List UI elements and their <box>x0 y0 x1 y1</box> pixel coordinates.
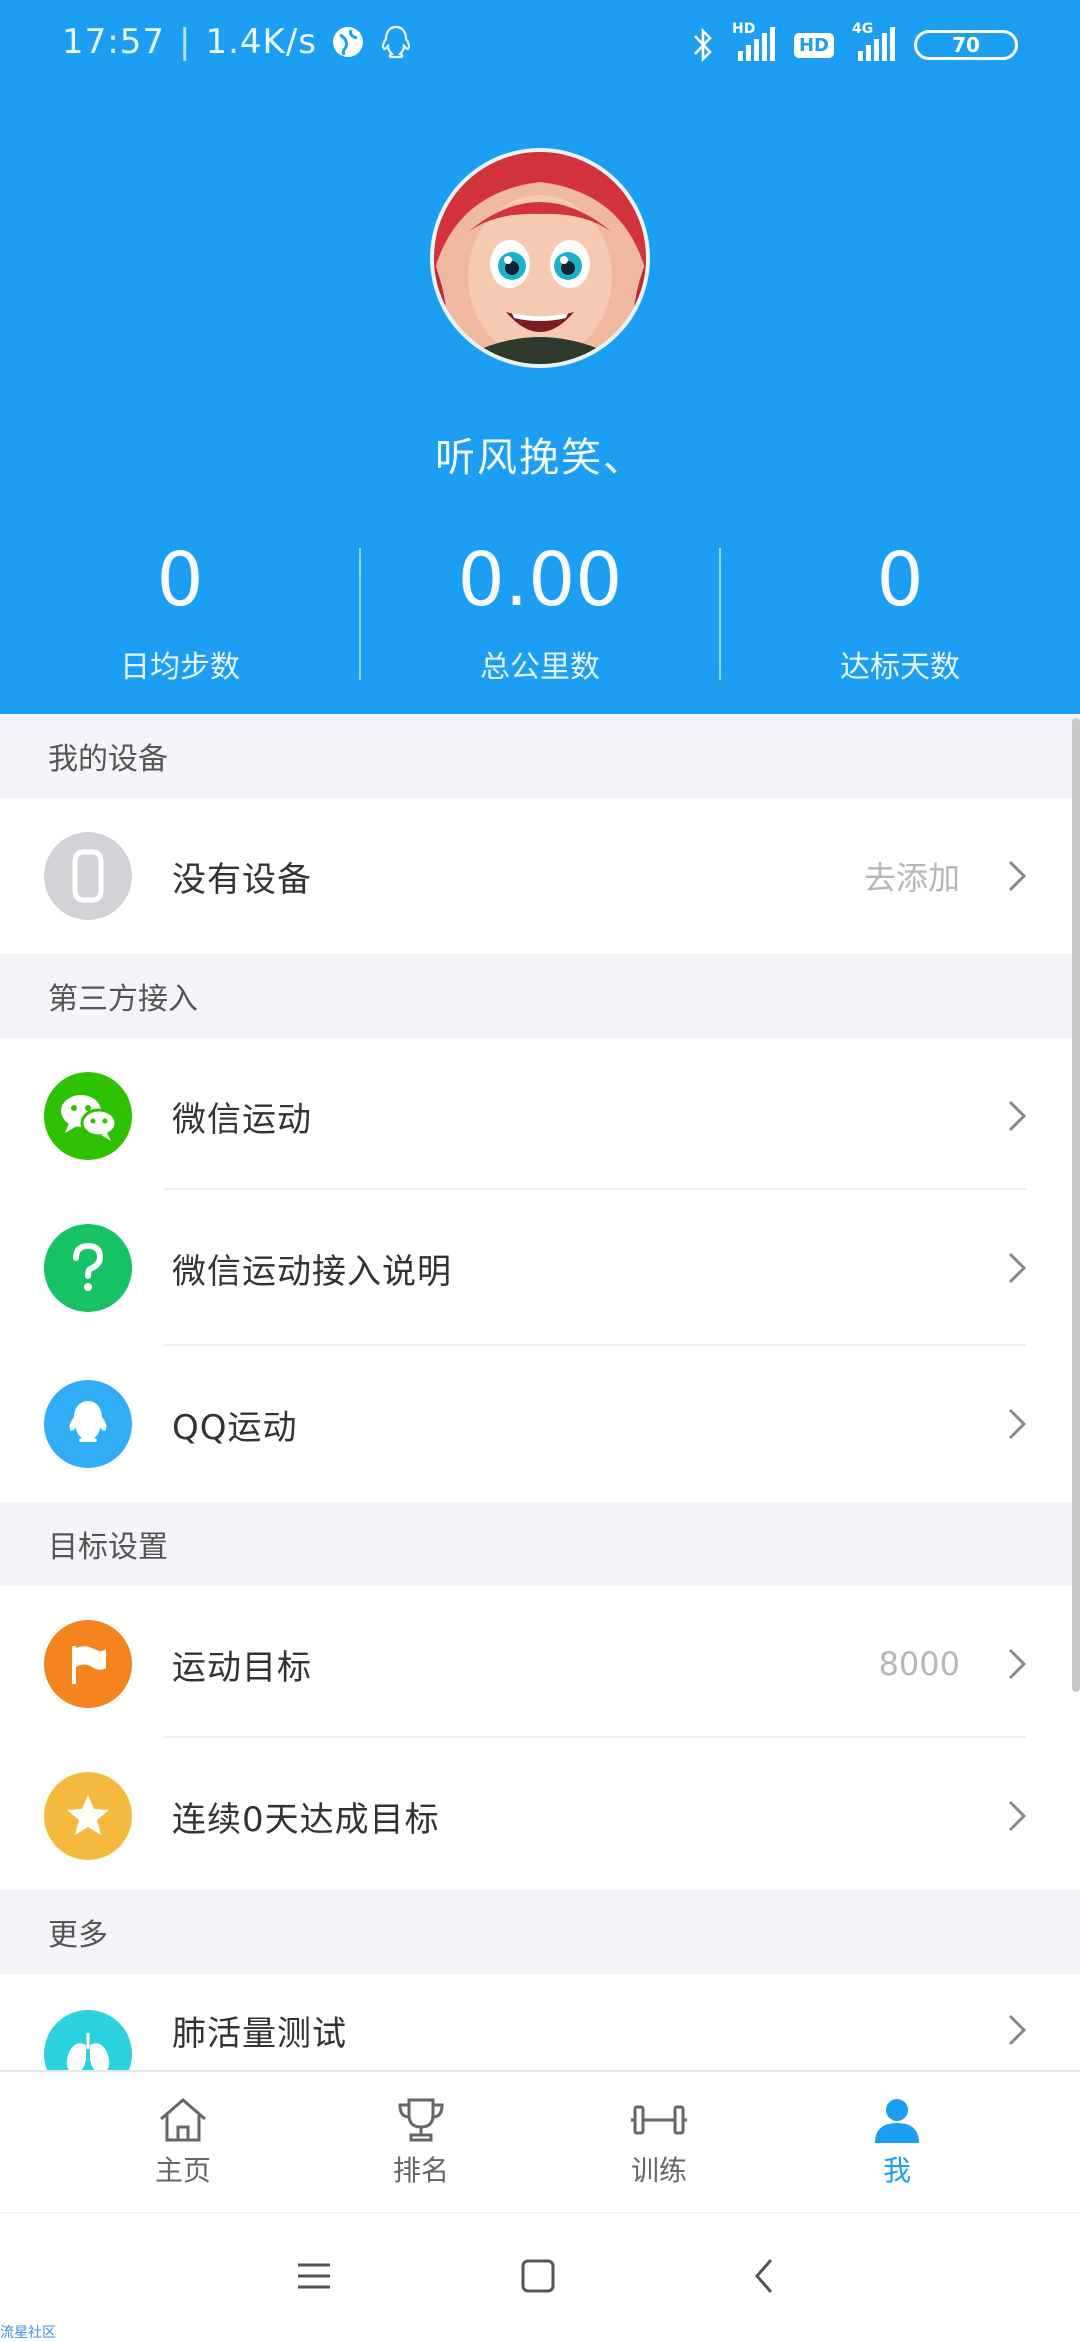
section-header-third-party: 第三方接入 <box>0 954 1080 1038</box>
section-header-more: 更多 <box>0 1890 1080 1974</box>
qq-notification-icon <box>381 25 411 59</box>
dumbbell-icon <box>631 2105 687 2135</box>
row-label: 微信运动接入说明 <box>172 1251 452 1292</box>
chevron-right-icon <box>1008 860 1027 892</box>
chevron-right-icon <box>1008 2014 1027 2046</box>
status-bar: 17:57 | 1.4K/s HD HD 4G 70 <box>0 0 1080 96</box>
stat-label: 日均步数 <box>120 650 240 685</box>
tab-label: 主页 <box>154 2154 211 2187</box>
home-nav-button[interactable] <box>498 2241 578 2311</box>
stat-label: 总公里数 <box>480 650 600 685</box>
system-navigation-bar <box>0 2212 1080 2340</box>
back-arrow-icon <box>755 2259 773 2293</box>
row-label: 肺活量测试 <box>172 2014 347 2054</box>
chevron-right-icon <box>1008 1252 1027 1284</box>
chevron-right-icon <box>1008 1408 1027 1440</box>
signal-bars-1: HD <box>732 21 776 63</box>
back-button[interactable] <box>724 2241 804 2311</box>
row-qq-sport[interactable]: QQ运动 <box>0 1346 1080 1502</box>
flag-icon <box>44 1620 132 1708</box>
browser-globe-icon <box>333 27 363 57</box>
section-header-my-devices: 我的设备 <box>0 714 1080 798</box>
stat-goal-days: 0 达标天数 <box>720 530 1080 686</box>
bottom-tab-bar: 主页 排名 训练 我 <box>0 2070 1080 2212</box>
stat-total-km: 0.00 总公里数 <box>360 530 720 686</box>
watch-icon <box>44 832 132 920</box>
scrollbar[interactable] <box>1072 718 1080 1692</box>
status-time: 17:57 <box>62 22 165 62</box>
tab-label: 排名 <box>392 2154 449 2187</box>
question-icon <box>44 1224 132 1312</box>
tab-label: 我 <box>882 2154 911 2187</box>
row-lung-test[interactable]: 肺活量测试 <box>0 1974 1080 2070</box>
stat-value: 0.00 <box>457 537 623 623</box>
wechat-icon <box>44 1072 132 1160</box>
profile-header: 17:57 | 1.4K/s HD HD 4G 70 听风挽笑、 0 日均步数 … <box>0 0 1080 714</box>
stat-value: 0 <box>156 537 204 623</box>
menu-button[interactable] <box>274 2241 354 2311</box>
signal-bars-2: 4G <box>852 21 896 63</box>
tab-home[interactable]: 主页 <box>48 2072 318 2212</box>
watermark: 流星社区 <box>0 2325 56 2341</box>
menu-icon <box>298 2263 330 2289</box>
qq-penguin-icon <box>44 1380 132 1468</box>
chevron-right-icon <box>1008 1800 1027 1832</box>
row-sport-goal[interactable]: 运动目标 8000 <box>0 1586 1080 1742</box>
battery-indicator: 70 <box>914 30 1018 60</box>
network-speed: 1.4K/s <box>205 22 317 62</box>
tab-me[interactable]: 我 <box>762 2072 1032 2212</box>
hd-badge: HD <box>793 32 834 58</box>
section-header-goal-settings: 目标设置 <box>0 1502 1080 1586</box>
username[interactable]: 听风挽笑、 <box>0 425 1080 483</box>
row-label: 没有设备 <box>172 859 312 900</box>
chevron-right-icon <box>1008 1648 1027 1680</box>
bluetooth-icon <box>694 27 712 63</box>
avatar-illustration <box>434 152 646 364</box>
stat-label: 达标天数 <box>840 650 960 685</box>
sport-goal-value: 8000 <box>878 1645 960 1683</box>
chevron-right-icon <box>1008 1100 1027 1132</box>
row-label: QQ运动 <box>172 1407 298 1448</box>
star-icon <box>44 1772 132 1860</box>
tab-training[interactable]: 训练 <box>524 2072 794 2212</box>
stat-daily-steps: 0 日均步数 <box>0 530 360 686</box>
row-wechat-guide[interactable]: 微信运动接入说明 <box>0 1190 1080 1346</box>
trophy-icon <box>398 2098 444 2142</box>
avatar[interactable] <box>430 148 650 368</box>
tab-ranking[interactable]: 排名 <box>286 2072 556 2212</box>
row-label: 连续0天达成目标 <box>172 1799 440 1840</box>
row-streak-goal[interactable]: 连续0天达成目标 <box>0 1738 1080 1894</box>
row-label: 运动目标 <box>172 1647 312 1688</box>
row-wechat-sport[interactable]: 微信运动 <box>0 1038 1080 1194</box>
stat-value: 0 <box>876 537 924 623</box>
add-device-link[interactable]: 去添加 <box>864 798 960 954</box>
home-icon <box>160 2098 206 2142</box>
square-icon <box>521 2259 555 2293</box>
lungs-icon <box>44 2010 132 2070</box>
person-icon <box>875 2099 919 2143</box>
tab-label: 训练 <box>630 2154 687 2187</box>
row-label: 微信运动 <box>172 1099 312 1140</box>
row-no-device[interactable]: 没有设备 去添加 <box>0 798 1080 954</box>
